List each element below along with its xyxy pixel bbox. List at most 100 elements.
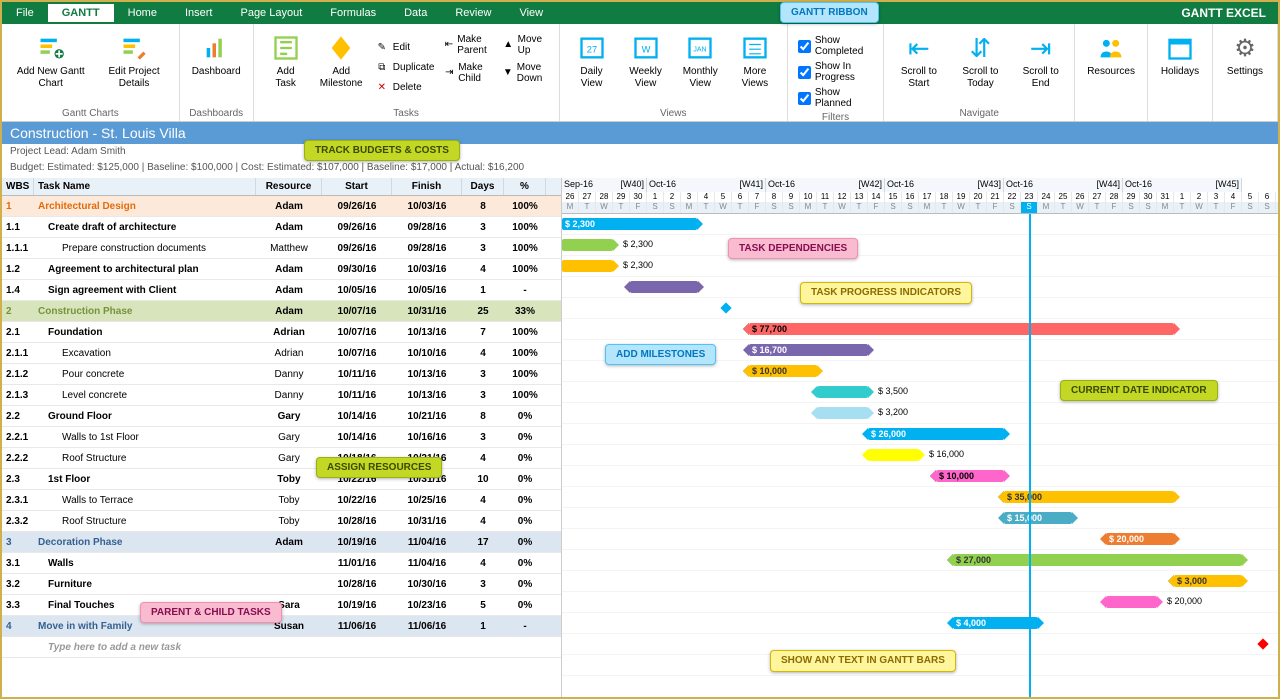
- holidays-button[interactable]: Holidays: [1154, 28, 1206, 106]
- gantt-bar[interactable]: [562, 260, 613, 272]
- task-row[interactable]: 1.4Sign agreement with ClientAdam10/05/1…: [2, 280, 561, 301]
- make-child-button[interactable]: ⇥Make Child: [441, 60, 497, 86]
- weekly-view-button[interactable]: WWeekly View: [620, 28, 672, 106]
- indent-icon: ⇥: [445, 66, 455, 80]
- add-milestone-button[interactable]: Add Milestone: [314, 28, 369, 106]
- milestone-marker[interactable]: [1257, 638, 1268, 649]
- gantt-bar[interactable]: [562, 239, 613, 251]
- task-row[interactable]: 2.1.3Level concreteDanny10/11/1610/13/16…: [2, 385, 561, 406]
- task-row[interactable]: 2Construction PhaseAdam10/07/1610/31/162…: [2, 301, 561, 322]
- gantt-bar[interactable]: [817, 386, 868, 398]
- callout-ribbon: GANTT RIBBON: [780, 2, 879, 23]
- gantt-bar[interactable]: $ 15,000: [1004, 512, 1072, 524]
- task-row[interactable]: 1Architectural DesignAdam09/26/1610/03/1…: [2, 196, 561, 217]
- task-row[interactable]: 1.2Agreement to architectural planAdam09…: [2, 259, 561, 280]
- task-row[interactable]: 3.2Furniture10/28/1610/30/1630%: [2, 574, 561, 595]
- gantt-bar[interactable]: $ 4,000: [953, 617, 1038, 629]
- gantt-bar[interactable]: $ 3,000: [1174, 575, 1242, 587]
- task-row[interactable]: 2.3.2Roof StructureToby10/28/1610/31/164…: [2, 511, 561, 532]
- add-new-gantt-button[interactable]: Add New Gantt Chart: [8, 28, 93, 106]
- callout-parentchild: PARENT & CHILD TASKS: [140, 602, 282, 623]
- task-row[interactable]: 2.1.2Pour concreteDanny10/11/1610/13/163…: [2, 364, 561, 385]
- project-title: Construction - St. Louis Villa: [2, 122, 1278, 144]
- edit-project-details-button[interactable]: Edit Project Details: [95, 28, 172, 106]
- ribbon: Add New Gantt Chart Edit Project Details…: [2, 24, 1278, 122]
- down-icon: ▼: [503, 66, 513, 80]
- task-grid: WBS Task Name Resource Start Finish Days…: [2, 178, 562, 697]
- milestone-icon: [325, 32, 357, 64]
- callout-budgets: TRACK BUDGETS & COSTS: [304, 140, 460, 161]
- scroll-start-icon: ⇤: [903, 32, 935, 64]
- gantt-bar[interactable]: [868, 449, 919, 461]
- task-row[interactable]: Type here to add a new task: [2, 637, 561, 658]
- gantt-bar[interactable]: $ 27,000: [953, 554, 1242, 566]
- task-row[interactable]: 2.2Ground FloorGary10/14/1610/21/1680%: [2, 406, 561, 427]
- gantt-bar[interactable]: [1106, 596, 1157, 608]
- task-row[interactable]: 2.1.1ExcavationAdrian10/07/1610/10/16410…: [2, 343, 561, 364]
- show-inprogress-checkbox[interactable]: Show In Progress: [794, 60, 877, 84]
- task-row[interactable]: 3.1Walls11/01/1611/04/1640%: [2, 553, 561, 574]
- add-task-button[interactable]: Add Task: [260, 28, 312, 106]
- calendar-day-icon: 27: [576, 32, 608, 64]
- calendar-icon: [1164, 32, 1196, 64]
- dashboard-icon: [200, 32, 232, 64]
- dashboard-button[interactable]: Dashboard: [186, 28, 247, 106]
- task-row[interactable]: 2.2.2Roof StructureGary10/18/1610/21/164…: [2, 448, 561, 469]
- milestone-marker[interactable]: [720, 302, 731, 313]
- menu-view[interactable]: View: [505, 4, 557, 22]
- menu-pagelayout[interactable]: Page Layout: [226, 4, 316, 22]
- menu-review[interactable]: Review: [441, 4, 505, 22]
- menu-home[interactable]: Home: [114, 4, 171, 22]
- monthly-view-button[interactable]: JANMonthly View: [674, 28, 727, 106]
- gantt-bar[interactable]: $ 20,000: [1106, 533, 1174, 545]
- callout-currentdate: CURRENT DATE INDICATOR: [1060, 380, 1218, 401]
- task-row[interactable]: 2.2.1Walls to 1st FloorGary10/14/1610/16…: [2, 427, 561, 448]
- menu-insert[interactable]: Insert: [171, 4, 227, 22]
- task-row[interactable]: 2.3.1Walls to TerraceToby10/22/1610/25/1…: [2, 490, 561, 511]
- gantt-bar[interactable]: $ 10,000: [749, 365, 817, 377]
- menubar: File GANTT Home Insert Page Layout Formu…: [2, 2, 1278, 24]
- gantt-add-icon: [35, 32, 67, 64]
- gantt-bar[interactable]: [630, 281, 698, 293]
- task-row[interactable]: 1.1Create draft of architectureAdam09/26…: [2, 217, 561, 238]
- task-row[interactable]: 2.31st FloorToby10/22/1610/31/16100%: [2, 469, 561, 490]
- people-icon: [1095, 32, 1127, 64]
- delete-task-button[interactable]: ✕Delete: [371, 78, 439, 96]
- scroll-end-icon: ⇥: [1025, 32, 1057, 64]
- gantt-timeline[interactable]: Sep-16[W40]Oct-16[W41]Oct-16[W42]Oct-16[…: [562, 178, 1278, 697]
- svg-text:27: 27: [586, 45, 596, 55]
- scroll-start-button[interactable]: ⇤Scroll to Start: [890, 28, 947, 106]
- move-up-button[interactable]: ▲Move Up: [499, 32, 553, 58]
- make-parent-button[interactable]: ⇤Make Parent: [441, 32, 497, 58]
- gantt-bar[interactable]: $ 10,000: [936, 470, 1004, 482]
- menu-data[interactable]: Data: [390, 4, 441, 22]
- project-lead: Project Lead: Adam Smith: [2, 144, 1278, 160]
- menu-formulas[interactable]: Formulas: [316, 4, 390, 22]
- show-planned-checkbox[interactable]: Show Planned: [794, 86, 877, 110]
- more-views-button[interactable]: More Views: [729, 28, 781, 106]
- gantt-bar[interactable]: $ 26,000: [868, 428, 1004, 440]
- gantt-bar[interactable]: $ 77,700: [749, 323, 1174, 335]
- menu-gantt[interactable]: GANTT: [48, 4, 114, 22]
- svg-text:W: W: [641, 45, 650, 55]
- scroll-today-button[interactable]: ⇵Scroll to Today: [950, 28, 1012, 106]
- task-row[interactable]: 1.1.1Prepare construction documentsMatth…: [2, 238, 561, 259]
- scroll-end-button[interactable]: ⇥Scroll to End: [1013, 28, 1068, 106]
- duplicate-task-button[interactable]: ⧉Duplicate: [371, 58, 439, 76]
- copy-icon: ⧉: [375, 60, 389, 74]
- callout-milestones: ADD MILESTONES: [605, 344, 716, 365]
- resources-button[interactable]: Resources: [1081, 28, 1141, 106]
- show-completed-checkbox[interactable]: Show Completed: [794, 34, 877, 58]
- settings-button[interactable]: ⚙Settings: [1219, 28, 1271, 106]
- gantt-bar[interactable]: $ 2,300: [562, 218, 697, 230]
- task-row[interactable]: 3Decoration PhaseAdam10/19/1611/04/16170…: [2, 532, 561, 553]
- daily-view-button[interactable]: 27Daily View: [566, 28, 618, 106]
- move-down-button[interactable]: ▼Move Down: [499, 60, 553, 86]
- edit-task-button[interactable]: ✎Edit: [371, 38, 439, 56]
- outdent-icon: ⇤: [445, 38, 454, 52]
- gantt-bar[interactable]: [817, 407, 868, 419]
- task-row[interactable]: 2.1FoundationAdrian10/07/1610/13/167100%: [2, 322, 561, 343]
- svg-text:JAN: JAN: [694, 47, 707, 54]
- menu-file[interactable]: File: [2, 4, 48, 22]
- gantt-bar[interactable]: $ 16,700: [749, 344, 868, 356]
